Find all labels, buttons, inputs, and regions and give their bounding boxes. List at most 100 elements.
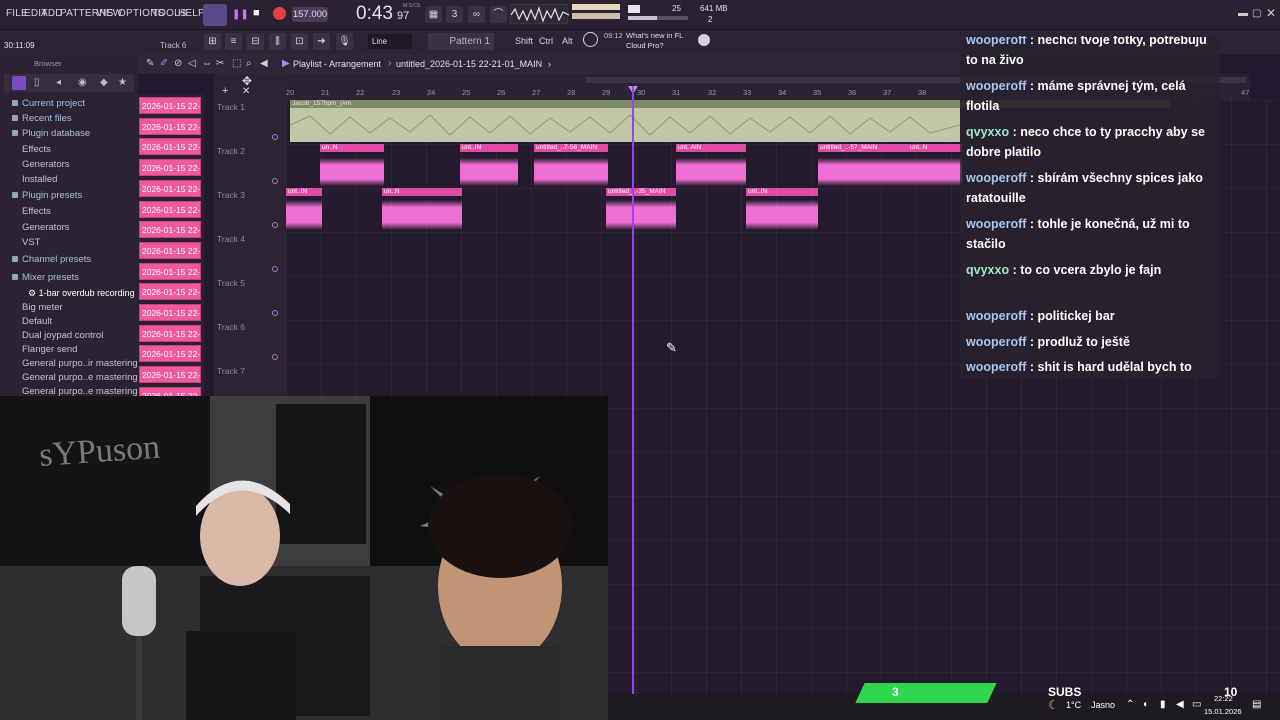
master-pitch-bar[interactable]	[572, 13, 620, 19]
track3-clip[interactable]: unt..IN	[286, 188, 322, 196]
pattern-clip[interactable]: 2026-01-15 22-	[139, 345, 201, 363]
piano-roll-icon[interactable]: ⊡	[291, 33, 308, 50]
track-label[interactable]: Track 3	[217, 190, 245, 200]
channel-rack-icon[interactable]: ⊟	[247, 33, 264, 50]
plugin-icon[interactable]: ◂	[56, 77, 61, 88]
metronome-icon[interactable]: ⌒	[490, 6, 507, 23]
track-mute-toggle[interactable]	[272, 178, 278, 184]
browser-item[interactable]: Channel presets	[12, 254, 91, 265]
browser-item[interactable]: Dual joypad control	[22, 330, 103, 341]
track-mute-toggle[interactable]	[272, 266, 278, 272]
mic-tray-icon[interactable]: ▮	[1160, 699, 1166, 710]
speaker-icon[interactable]: ◀	[260, 58, 268, 69]
pattern-clip[interactable]: 2026-01-15 22-	[139, 283, 201, 301]
chat-username[interactable]: wooperoff	[966, 335, 1026, 349]
track-label[interactable]: Track 4	[217, 234, 245, 244]
track-label[interactable]: Track 2	[217, 146, 245, 156]
track3-clip[interactable]: un..N	[382, 188, 462, 196]
mixer-icon[interactable]: ⫼	[269, 33, 286, 50]
loop-record-icon[interactable]: ∞	[468, 6, 485, 23]
slip-icon[interactable]: ⇔	[202, 58, 212, 69]
mute-icon[interactable]: ◁	[188, 58, 196, 69]
pattern-select[interactable]: Pattern 1	[428, 33, 494, 50]
news-icon[interactable]	[583, 32, 598, 47]
pattern-clip[interactable]: 2026-01-15 22-	[139, 262, 201, 280]
track-mute-toggle[interactable]	[272, 222, 278, 228]
browser-item[interactable]: General purpo..ir mastering	[22, 358, 138, 369]
pattern-clip[interactable]: 2026-01-15 22-	[139, 366, 201, 384]
pause-icon[interactable]: ❚❚	[232, 9, 249, 20]
track2-clip[interactable]: unt..N	[908, 144, 962, 152]
pattern-clip[interactable]: 2026-01-15 22-	[139, 324, 201, 342]
microphone-icon[interactable]: 🎙	[336, 33, 353, 50]
browser-item[interactable]: VST	[22, 237, 40, 248]
browser-item[interactable]: Default	[22, 316, 52, 327]
pattern-clip[interactable]: 2026-01-15 22-	[139, 304, 201, 321]
weather-temp[interactable]: 1°C	[1066, 700, 1081, 710]
track3-clip-waveform[interactable]	[382, 200, 462, 230]
browser-item[interactable]: Effects	[22, 144, 51, 155]
record-icon[interactable]	[273, 7, 286, 20]
shift-key[interactable]: Shift	[515, 36, 533, 46]
chat-username[interactable]: wooperoff	[966, 171, 1026, 185]
browser-item[interactable]: Generators	[22, 159, 70, 170]
sample-icon[interactable]: ◉	[78, 77, 87, 88]
track2-clip[interactable]: unt..IN	[460, 144, 518, 152]
folder-icon[interactable]: ▯	[34, 77, 40, 88]
typing-keyboard-icon[interactable]: ▦	[425, 6, 442, 23]
close-icon[interactable]: ✕	[1266, 6, 1276, 20]
remove-track-icon[interactable]: ✕	[242, 86, 250, 97]
track-label[interactable]: Track 6	[217, 322, 245, 332]
pattern-clip[interactable]: 2026-01-15 22-	[139, 117, 201, 135]
browser-item[interactable]: Plugin database	[12, 128, 90, 139]
ctrl-key[interactable]: Ctrl	[539, 36, 553, 46]
browser-item[interactable]: General purpo..e mastering 2	[22, 372, 146, 383]
browser-item[interactable]: Flanger send	[22, 344, 77, 355]
track2-clip-waveform[interactable]	[908, 158, 962, 186]
pattern-clip[interactable]: 2026-01-15 22-	[139, 97, 201, 114]
track2-clip[interactable]: untitled_..7-56_MAIN	[534, 144, 608, 152]
track2-clip[interactable]: untitled_..-57_MAIN	[818, 144, 908, 152]
clock-date[interactable]: 15.01.2026	[1204, 707, 1242, 716]
chat-username[interactable]: wooperoff	[966, 309, 1026, 323]
track2-clip[interactable]: unt..AIN	[676, 144, 746, 152]
network-tray-icon[interactable]: ▭	[1192, 699, 1201, 710]
song-mode-toggle[interactable]	[203, 4, 227, 26]
track-mute-toggle[interactable]	[272, 354, 278, 360]
alt-key[interactable]: Alt	[562, 36, 573, 46]
chat-username[interactable]: wooperoff	[966, 36, 1026, 47]
pattern-clip[interactable]: 2026-01-15 22-	[139, 138, 201, 156]
chat-username[interactable]: wooperoff	[966, 217, 1026, 231]
arrow-right-icon[interactable]: ➜	[313, 33, 330, 50]
notification-icon[interactable]: ▤	[1252, 699, 1261, 710]
track3-clip-waveform[interactable]	[606, 200, 676, 230]
chat-username[interactable]: wooperoff	[966, 79, 1026, 93]
minimize-icon[interactable]: ▬	[1238, 8, 1248, 19]
weather-text[interactable]: Jasno	[1091, 700, 1115, 710]
browser-item[interactable]: Current project	[12, 98, 85, 109]
track3-clip-waveform[interactable]	[746, 200, 818, 230]
chat-username[interactable]: qvyxxo	[966, 263, 1009, 277]
slice-icon[interactable]: ✂	[216, 58, 224, 69]
chat-username[interactable]: qvyxxo	[966, 125, 1009, 139]
snap-select[interactable]: Line	[368, 34, 412, 49]
pencil-icon[interactable]: ✎	[146, 58, 154, 69]
browser-item[interactable]: ⚙ 1-bar overdub recording	[28, 288, 135, 299]
track-mute-toggle[interactable]	[272, 134, 278, 140]
volume-tray-icon[interactable]: ◀	[1176, 699, 1184, 710]
track-label[interactable]: Track 1	[217, 102, 245, 112]
track-mute-toggle[interactable]	[272, 310, 278, 316]
browser-filter-icon[interactable]	[12, 76, 26, 90]
track2-clip-waveform[interactable]	[676, 158, 746, 186]
snap-icon[interactable]: ⊞	[204, 33, 221, 50]
track2-clip-waveform[interactable]	[818, 158, 908, 186]
master-volume-bar[interactable]	[572, 4, 620, 10]
arrangement-name[interactable]: untitled_2026-01-15 22-21-01_MAIN	[396, 59, 542, 69]
playhead-line[interactable]	[632, 86, 634, 694]
track3-clip[interactable]: untitled_..-35_MAIN	[606, 188, 676, 196]
track3-clip[interactable]: unt..IN	[746, 188, 818, 196]
track3-clip-waveform[interactable]	[286, 200, 322, 230]
zoom-icon[interactable]: ⌕	[246, 58, 252, 69]
browser-item[interactable]: Generators	[22, 222, 70, 233]
recent-icon[interactable]: ◆	[100, 77, 108, 88]
